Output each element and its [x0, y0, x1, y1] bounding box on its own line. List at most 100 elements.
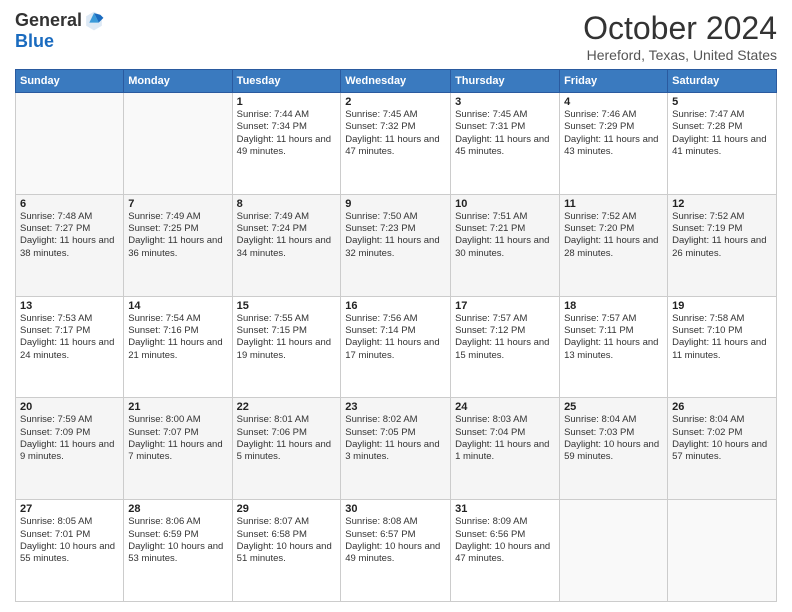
calendar-cell: 19Sunrise: 7:58 AM Sunset: 7:10 PM Dayli… — [668, 296, 777, 398]
day-number: 7 — [128, 198, 227, 210]
calendar-week-row: 20Sunrise: 7:59 AM Sunset: 7:09 PM Dayli… — [16, 398, 777, 500]
calendar-cell: 3Sunrise: 7:45 AM Sunset: 7:31 PM Daylig… — [451, 93, 560, 195]
page: General Blue October 2024 Hereford, Texa… — [0, 0, 792, 612]
calendar-week-row: 13Sunrise: 7:53 AM Sunset: 7:17 PM Dayli… — [16, 296, 777, 398]
day-number: 5 — [672, 96, 772, 108]
day-info: Sunrise: 7:57 AM Sunset: 7:11 PM Dayligh… — [564, 313, 663, 362]
calendar-cell: 15Sunrise: 7:55 AM Sunset: 7:15 PM Dayli… — [232, 296, 341, 398]
day-number: 25 — [564, 401, 663, 413]
day-number: 29 — [237, 503, 337, 515]
day-info: Sunrise: 7:49 AM Sunset: 7:25 PM Dayligh… — [128, 211, 227, 260]
day-number: 22 — [237, 401, 337, 413]
logo-blue-text: Blue — [15, 31, 54, 51]
logo-general-text: General — [15, 10, 82, 30]
day-number: 11 — [564, 198, 663, 210]
calendar-header-tuesday: Tuesday — [232, 70, 341, 93]
day-info: Sunrise: 7:52 AM Sunset: 7:20 PM Dayligh… — [564, 211, 663, 260]
day-number: 21 — [128, 401, 227, 413]
calendar-cell: 7Sunrise: 7:49 AM Sunset: 7:25 PM Daylig… — [124, 194, 232, 296]
day-info: Sunrise: 7:57 AM Sunset: 7:12 PM Dayligh… — [455, 313, 555, 362]
day-info: Sunrise: 7:51 AM Sunset: 7:21 PM Dayligh… — [455, 211, 555, 260]
calendar-week-row: 1Sunrise: 7:44 AM Sunset: 7:34 PM Daylig… — [16, 93, 777, 195]
calendar-header-sunday: Sunday — [16, 70, 124, 93]
day-number: 16 — [345, 300, 446, 312]
day-info: Sunrise: 8:04 AM Sunset: 7:03 PM Dayligh… — [564, 414, 663, 463]
calendar-cell: 24Sunrise: 8:03 AM Sunset: 7:04 PM Dayli… — [451, 398, 560, 500]
day-number: 13 — [20, 300, 119, 312]
logo: General Blue — [15, 10, 104, 52]
calendar-cell: 14Sunrise: 7:54 AM Sunset: 7:16 PM Dayli… — [124, 296, 232, 398]
day-number: 3 — [455, 96, 555, 108]
day-number: 6 — [20, 198, 119, 210]
day-info: Sunrise: 7:56 AM Sunset: 7:14 PM Dayligh… — [345, 313, 446, 362]
calendar-cell: 12Sunrise: 7:52 AM Sunset: 7:19 PM Dayli… — [668, 194, 777, 296]
day-number: 31 — [455, 503, 555, 515]
day-number: 1 — [237, 96, 337, 108]
calendar-cell: 31Sunrise: 8:09 AM Sunset: 6:56 PM Dayli… — [451, 500, 560, 602]
calendar-week-row: 6Sunrise: 7:48 AM Sunset: 7:27 PM Daylig… — [16, 194, 777, 296]
calendar-cell: 29Sunrise: 8:07 AM Sunset: 6:58 PM Dayli… — [232, 500, 341, 602]
day-number: 28 — [128, 503, 227, 515]
calendar-cell: 21Sunrise: 8:00 AM Sunset: 7:07 PM Dayli… — [124, 398, 232, 500]
calendar-cell — [16, 93, 124, 195]
calendar-week-row: 27Sunrise: 8:05 AM Sunset: 7:01 PM Dayli… — [16, 500, 777, 602]
calendar-cell: 2Sunrise: 7:45 AM Sunset: 7:32 PM Daylig… — [341, 93, 451, 195]
calendar-cell: 1Sunrise: 7:44 AM Sunset: 7:34 PM Daylig… — [232, 93, 341, 195]
calendar-cell: 6Sunrise: 7:48 AM Sunset: 7:27 PM Daylig… — [16, 194, 124, 296]
calendar-header-thursday: Thursday — [451, 70, 560, 93]
calendar-cell: 20Sunrise: 7:59 AM Sunset: 7:09 PM Dayli… — [16, 398, 124, 500]
calendar-cell: 26Sunrise: 8:04 AM Sunset: 7:02 PM Dayli… — [668, 398, 777, 500]
day-number: 19 — [672, 300, 772, 312]
calendar-header-monday: Monday — [124, 70, 232, 93]
calendar-cell: 28Sunrise: 8:06 AM Sunset: 6:59 PM Dayli… — [124, 500, 232, 602]
calendar-cell: 30Sunrise: 8:08 AM Sunset: 6:57 PM Dayli… — [341, 500, 451, 602]
calendar-cell: 18Sunrise: 7:57 AM Sunset: 7:11 PM Dayli… — [560, 296, 668, 398]
day-number: 4 — [564, 96, 663, 108]
day-info: Sunrise: 7:58 AM Sunset: 7:10 PM Dayligh… — [672, 313, 772, 362]
day-number: 27 — [20, 503, 119, 515]
day-number: 30 — [345, 503, 446, 515]
day-number: 12 — [672, 198, 772, 210]
day-info: Sunrise: 7:55 AM Sunset: 7:15 PM Dayligh… — [237, 313, 337, 362]
day-info: Sunrise: 7:45 AM Sunset: 7:32 PM Dayligh… — [345, 109, 446, 158]
day-info: Sunrise: 8:06 AM Sunset: 6:59 PM Dayligh… — [128, 516, 227, 565]
day-number: 17 — [455, 300, 555, 312]
calendar-header-friday: Friday — [560, 70, 668, 93]
calendar-cell: 17Sunrise: 7:57 AM Sunset: 7:12 PM Dayli… — [451, 296, 560, 398]
day-info: Sunrise: 7:44 AM Sunset: 7:34 PM Dayligh… — [237, 109, 337, 158]
day-info: Sunrise: 8:02 AM Sunset: 7:05 PM Dayligh… — [345, 414, 446, 463]
day-info: Sunrise: 7:45 AM Sunset: 7:31 PM Dayligh… — [455, 109, 555, 158]
calendar-cell: 13Sunrise: 7:53 AM Sunset: 7:17 PM Dayli… — [16, 296, 124, 398]
day-number: 15 — [237, 300, 337, 312]
calendar-header-saturday: Saturday — [668, 70, 777, 93]
month-title: October 2024 — [583, 10, 777, 47]
day-info: Sunrise: 7:59 AM Sunset: 7:09 PM Dayligh… — [20, 414, 119, 463]
calendar-cell: 16Sunrise: 7:56 AM Sunset: 7:14 PM Dayli… — [341, 296, 451, 398]
day-info: Sunrise: 7:46 AM Sunset: 7:29 PM Dayligh… — [564, 109, 663, 158]
calendar-cell: 23Sunrise: 8:02 AM Sunset: 7:05 PM Dayli… — [341, 398, 451, 500]
calendar-cell: 5Sunrise: 7:47 AM Sunset: 7:28 PM Daylig… — [668, 93, 777, 195]
calendar-cell — [560, 500, 668, 602]
calendar-cell: 9Sunrise: 7:50 AM Sunset: 7:23 PM Daylig… — [341, 194, 451, 296]
day-number: 20 — [20, 401, 119, 413]
calendar-cell — [668, 500, 777, 602]
header: General Blue October 2024 Hereford, Texa… — [15, 10, 777, 63]
title-block: October 2024 Hereford, Texas, United Sta… — [583, 10, 777, 63]
day-number: 23 — [345, 401, 446, 413]
logo-icon — [84, 10, 104, 32]
day-info: Sunrise: 7:50 AM Sunset: 7:23 PM Dayligh… — [345, 211, 446, 260]
day-number: 14 — [128, 300, 227, 312]
day-info: Sunrise: 7:52 AM Sunset: 7:19 PM Dayligh… — [672, 211, 772, 260]
day-info: Sunrise: 8:08 AM Sunset: 6:57 PM Dayligh… — [345, 516, 446, 565]
day-number: 2 — [345, 96, 446, 108]
day-info: Sunrise: 7:49 AM Sunset: 7:24 PM Dayligh… — [237, 211, 337, 260]
calendar-table: SundayMondayTuesdayWednesdayThursdayFrid… — [15, 69, 777, 602]
day-info: Sunrise: 7:47 AM Sunset: 7:28 PM Dayligh… — [672, 109, 772, 158]
day-number: 10 — [455, 198, 555, 210]
day-number: 24 — [455, 401, 555, 413]
day-number: 8 — [237, 198, 337, 210]
calendar-cell: 11Sunrise: 7:52 AM Sunset: 7:20 PM Dayli… — [560, 194, 668, 296]
day-number: 18 — [564, 300, 663, 312]
calendar-cell: 27Sunrise: 8:05 AM Sunset: 7:01 PM Dayli… — [16, 500, 124, 602]
calendar-header-row: SundayMondayTuesdayWednesdayThursdayFrid… — [16, 70, 777, 93]
